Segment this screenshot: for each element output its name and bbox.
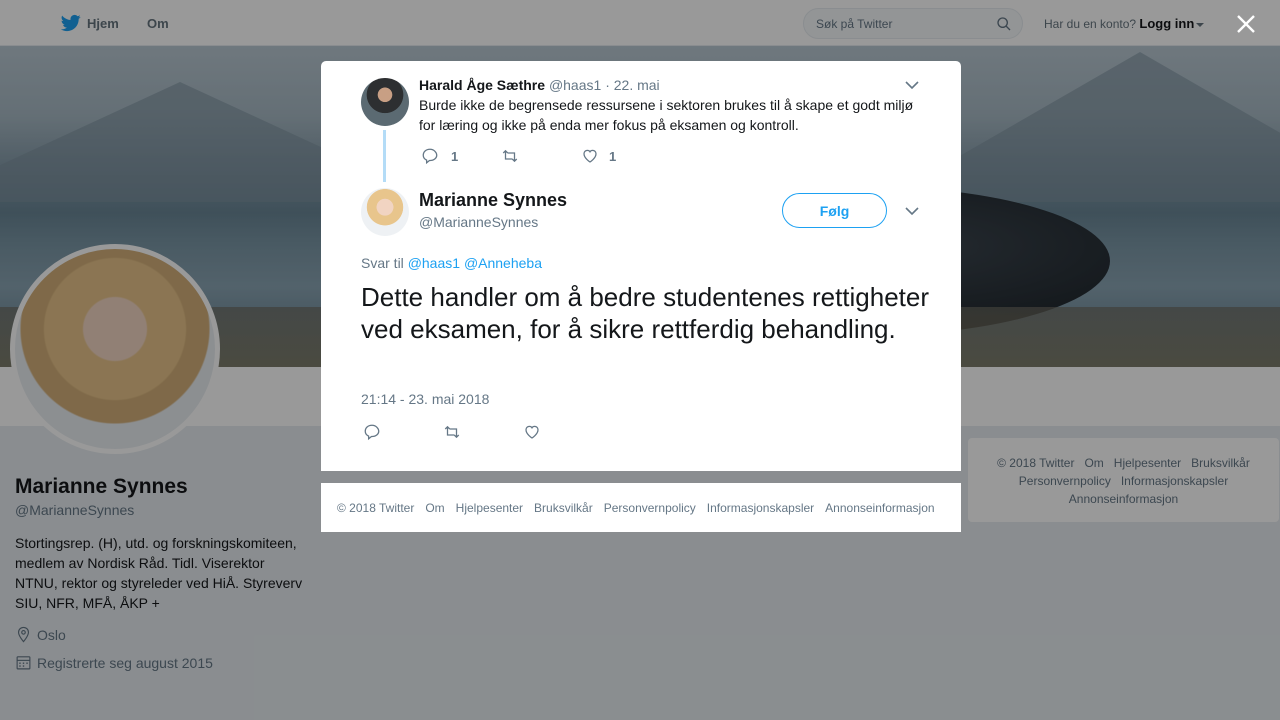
follow-button[interactable]: Følg	[782, 193, 887, 228]
parent-tweet-separator: ·	[605, 77, 610, 93]
retweet-icon	[502, 149, 518, 163]
parent-tweet-avatar[interactable]	[361, 78, 409, 126]
reply-icon	[364, 424, 380, 441]
reply-icon	[422, 148, 438, 165]
thread-connector	[383, 130, 386, 182]
reply-prefix: Svar til	[361, 255, 404, 271]
mention-link[interactable]: @Anneheba	[464, 255, 542, 271]
footer-link[interactable]: Om	[425, 501, 444, 515]
parent-tweet-handle[interactable]: @haas1	[549, 77, 601, 93]
footer-link[interactable]: Personvernpolicy	[604, 501, 696, 515]
retweet-button[interactable]	[501, 147, 581, 165]
heart-icon	[583, 149, 597, 163]
like-count: 1	[609, 148, 617, 164]
parent-tweet-author[interactable]: Harald Åge Sæthre	[419, 77, 545, 93]
retweet-icon	[444, 425, 460, 439]
footer-link[interactable]: Annonseinformasjon	[825, 501, 934, 515]
main-tweet-text: Dette handler om å bedre studentenes ret…	[361, 282, 930, 344]
reply-context: Svar til @haas1 @Anneheba	[361, 255, 542, 271]
parent-tweet-header: Harald Åge Sæthre @haas1 · 22. mai	[419, 77, 660, 93]
like-button[interactable]	[523, 423, 541, 441]
chevron-down-icon[interactable]	[904, 204, 920, 218]
heart-icon	[525, 425, 539, 439]
parent-tweet-date[interactable]: 22. mai	[614, 77, 660, 93]
tweet-modal: Harald Åge Sæthre @haas1 · 22. mai Burde…	[321, 61, 961, 471]
like-button[interactable]: 1	[581, 147, 616, 165]
parent-tweet-actions: 1 1	[421, 147, 616, 165]
main-tweet-author[interactable]: Marianne Synnes	[419, 190, 567, 211]
reply-button[interactable]: 1	[421, 147, 501, 165]
footer-link[interactable]: © 2018 Twitter	[337, 501, 414, 515]
chevron-down-icon[interactable]	[904, 78, 920, 92]
main-tweet-handle[interactable]: @MarianneSynnes	[419, 214, 538, 230]
modal-footer: © 2018 Twitter Om Hjelpesenter Bruksvilkår P…	[321, 483, 961, 532]
reply-count: 1	[451, 148, 459, 164]
tweet-timestamp[interactable]: 21:14 - 23. mai 2018	[361, 391, 489, 407]
close-icon[interactable]	[1234, 12, 1258, 36]
footer-link[interactable]: Informasjonskapsler	[707, 501, 814, 515]
footer-link[interactable]: Bruksvilkår	[534, 501, 593, 515]
retweet-button[interactable]	[443, 423, 523, 441]
parent-tweet-text: Burde ikke de begrensede ressursene i se…	[419, 97, 914, 133]
mention-link[interactable]: @haas1	[408, 255, 460, 271]
main-tweet-actions	[363, 423, 541, 441]
footer-link[interactable]: Hjelpesenter	[456, 501, 523, 515]
main-tweet-avatar[interactable]	[361, 188, 409, 236]
reply-button[interactable]	[363, 423, 443, 441]
